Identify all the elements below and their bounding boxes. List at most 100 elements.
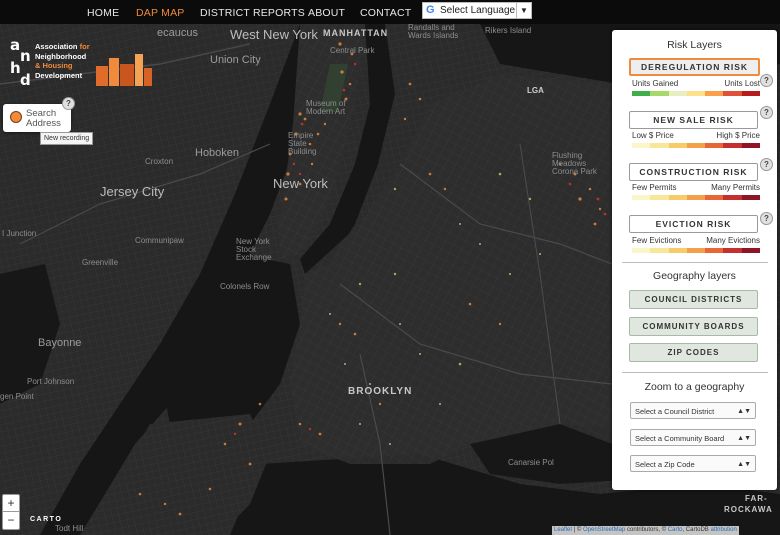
place-label-nyse: New York Stock Exchange bbox=[236, 237, 272, 262]
anhd-logo[interactable]: a n h d Association for Neighborhood & H… bbox=[8, 36, 153, 92]
location-pin-icon bbox=[10, 111, 22, 123]
ramp-swatch bbox=[705, 91, 724, 96]
ramp-swatch bbox=[741, 195, 760, 200]
ramp-swatch bbox=[723, 143, 742, 148]
panel-divider bbox=[622, 372, 768, 373]
ramp-swatch bbox=[632, 91, 651, 96]
nav-about-link[interactable]: ABOUT bbox=[308, 7, 345, 19]
place-label-west-new-york: West New York bbox=[230, 27, 318, 42]
deregulation-high-label: Units Lost bbox=[724, 79, 760, 88]
place-label-todt-hill: Todt Hill bbox=[55, 524, 84, 533]
place-label-rikers-island: Rikers Island bbox=[485, 26, 532, 35]
new-sale-low-label: Low $ Price bbox=[632, 131, 674, 140]
ramp-swatch bbox=[632, 195, 651, 200]
ramp-swatch bbox=[686, 195, 706, 200]
ramp-swatch bbox=[650, 91, 669, 96]
carto-link[interactable]: Carto bbox=[668, 527, 683, 533]
zoom-in-button[interactable]: + bbox=[3, 495, 19, 511]
language-select-label: Select Language bbox=[440, 5, 516, 16]
carto-logo[interactable]: CARTO bbox=[30, 516, 62, 523]
search-address-placeholder: Search Address bbox=[26, 108, 61, 129]
nav-district-reports-link[interactable]: DISTRICT REPORTS bbox=[200, 7, 305, 19]
place-label-secaucus: ecaucus bbox=[157, 27, 198, 39]
deregulation-risk-button[interactable]: DEREGULATION RISK bbox=[629, 58, 760, 76]
logo-org-name: Association for Neighborhood & Housing D… bbox=[35, 42, 90, 80]
place-label-croxton: Croxton bbox=[145, 157, 174, 166]
map-attribution: Leaflet | © OpenStreetMap contributors, … bbox=[552, 526, 739, 535]
leaflet-link[interactable]: Leaflet bbox=[554, 527, 572, 533]
construction-color-ramp bbox=[632, 195, 760, 200]
chevron-down-icon: ▼ bbox=[516, 3, 531, 18]
community-boards-button[interactable]: COMMUNITY BOARDS bbox=[629, 317, 758, 336]
nav-dap-map-link[interactable]: DAP MAP bbox=[136, 7, 184, 19]
place-label-manhattan: MANHATTAN bbox=[323, 28, 389, 38]
deregulation-low-label: Units Gained bbox=[632, 79, 679, 88]
search-address-box[interactable]: Search Address bbox=[3, 104, 71, 132]
nav-contact-link[interactable]: CONTACT bbox=[360, 7, 411, 19]
place-label-empire-state: Empire State Building bbox=[288, 131, 317, 156]
ramp-swatch bbox=[650, 195, 669, 200]
deregulation-color-ramp bbox=[632, 91, 760, 96]
ramp-swatch bbox=[741, 91, 760, 96]
place-label-communipaw: Communipaw bbox=[135, 236, 184, 245]
place-label-brooklyn: BROOKLYN bbox=[348, 386, 413, 397]
new-sale-color-ramp bbox=[632, 143, 760, 148]
ramp-swatch bbox=[686, 143, 706, 148]
construction-risk-button[interactable]: CONSTRUCTION RISK bbox=[629, 163, 758, 181]
ramp-swatch bbox=[668, 143, 687, 148]
community-board-select[interactable]: Select a Community Board ▲▼ bbox=[630, 429, 756, 446]
eviction-risk-button[interactable]: EVICTION RISK bbox=[629, 215, 758, 233]
council-district-select[interactable]: Select a Council District ▲▼ bbox=[630, 402, 756, 419]
zoom-out-button[interactable]: − bbox=[3, 512, 19, 528]
search-help-icon[interactable]: ? bbox=[62, 97, 75, 110]
top-navigation-bar: HOME DAP MAP DISTRICT REPORTS ABOUT CONT… bbox=[0, 0, 780, 24]
risk-layers-title: Risk Layers bbox=[667, 39, 722, 51]
nav-home-link[interactable]: HOME bbox=[87, 7, 119, 19]
zoom-to-geography-title: Zoom to a geography bbox=[644, 381, 745, 393]
eviction-help-icon[interactable]: ? bbox=[760, 212, 773, 225]
ramp-swatch bbox=[705, 195, 724, 200]
ramp-swatch bbox=[705, 248, 724, 253]
ramp-swatch bbox=[632, 143, 651, 148]
ramp-swatch bbox=[632, 248, 651, 253]
place-label-randalls-island: Randalls and Wards Islands bbox=[408, 24, 459, 40]
place-label-greenville: Greenville bbox=[82, 258, 119, 267]
ramp-swatch bbox=[650, 248, 669, 253]
new-sale-risk-button[interactable]: NEW SALE RISK bbox=[629, 111, 758, 129]
geography-layers-title: Geography layers bbox=[653, 270, 736, 282]
ramp-swatch bbox=[723, 91, 742, 96]
ramp-swatch bbox=[668, 248, 687, 253]
ramp-swatch bbox=[723, 195, 742, 200]
select-caret-icon: ▲▼ bbox=[737, 461, 751, 468]
osm-link[interactable]: OpenStreetMap bbox=[583, 527, 625, 533]
logo-skyline-graphic bbox=[96, 54, 152, 86]
logo-letter-d: d bbox=[20, 71, 31, 89]
place-label-flushing-meadows: Flushing Meadows Corona Park bbox=[552, 151, 597, 176]
place-label-colonels-row: Colonels Row bbox=[220, 282, 270, 291]
place-label-hoboken: Hoboken bbox=[195, 147, 240, 159]
place-label-junction: I Junction bbox=[2, 229, 37, 238]
place-label-port-johnson: Port Johnson bbox=[27, 377, 75, 386]
deregulation-help-icon[interactable]: ? bbox=[760, 74, 773, 87]
panel-divider bbox=[622, 262, 768, 263]
zip-codes-button[interactable]: ZIP CODES bbox=[629, 343, 758, 362]
eviction-high-label: Many Evictions bbox=[706, 236, 760, 245]
place-label-central-park: Central Park bbox=[330, 46, 375, 55]
tooltip: New recording bbox=[40, 132, 94, 145]
construction-help-icon[interactable]: ? bbox=[760, 158, 773, 171]
place-label-canarsie: Canarsie Pol bbox=[508, 458, 554, 467]
language-select[interactable]: G Select Language ▼ bbox=[422, 2, 532, 19]
ramp-swatch bbox=[668, 91, 687, 96]
attribution-link[interactable]: attribution bbox=[710, 527, 736, 533]
zoom-control: + − bbox=[2, 494, 20, 530]
ramp-swatch bbox=[723, 248, 742, 253]
zip-code-select[interactable]: Select a Zip Code ▲▼ bbox=[630, 455, 756, 472]
ramp-swatch bbox=[741, 248, 760, 253]
new-sale-help-icon[interactable]: ? bbox=[760, 106, 773, 119]
place-label-lga: LGA bbox=[527, 86, 544, 95]
ramp-swatch bbox=[686, 248, 706, 253]
ramp-swatch bbox=[741, 143, 760, 148]
council-districts-button[interactable]: COUNCIL DISTRICTS bbox=[629, 290, 758, 309]
ramp-swatch bbox=[686, 91, 706, 96]
place-label-far-rockaway-2: ROCKAWA bbox=[724, 505, 773, 514]
